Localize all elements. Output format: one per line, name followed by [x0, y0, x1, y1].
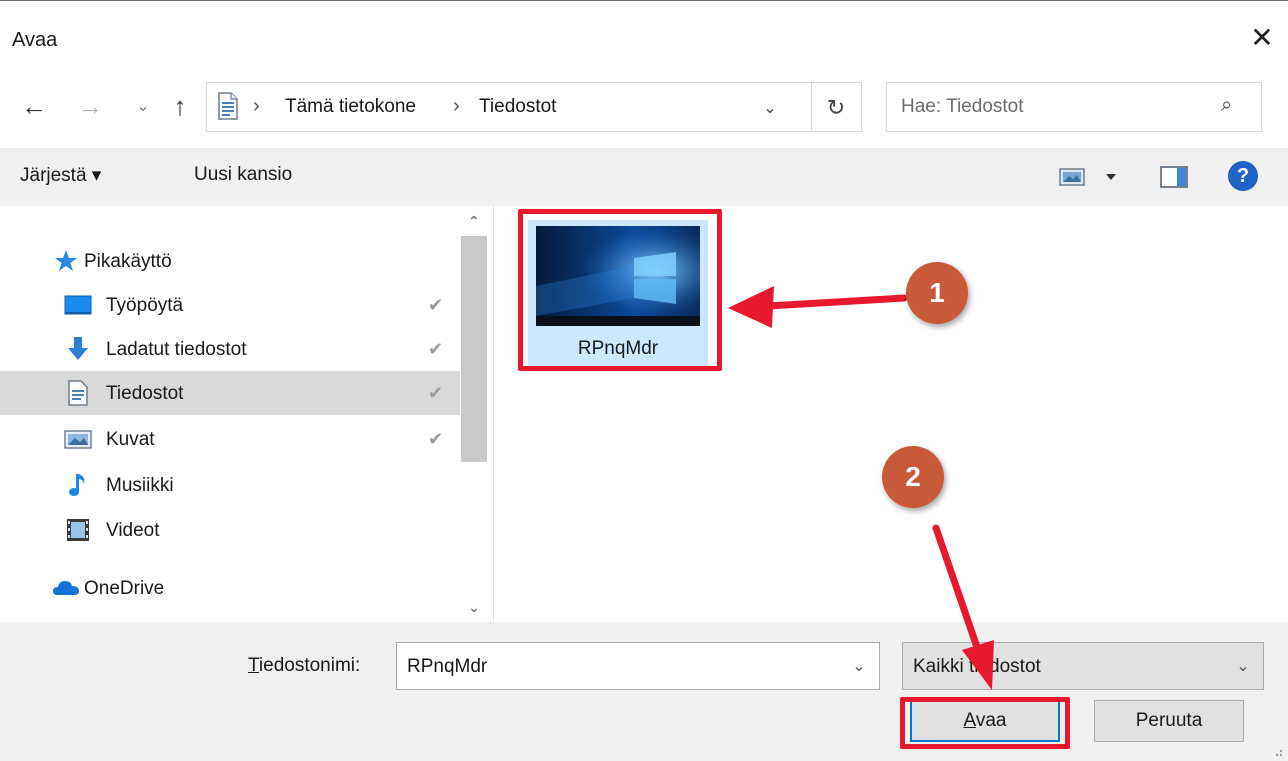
arrow-head-icon — [962, 640, 994, 690]
arrow-head-icon — [728, 286, 774, 328]
arrow-down-icon — [932, 524, 982, 654]
arrow-left-icon — [764, 294, 908, 310]
annotation-arrows — [728, 286, 994, 690]
step-marker-2: 2 — [882, 446, 944, 508]
step-marker-1: 1 — [906, 262, 968, 324]
